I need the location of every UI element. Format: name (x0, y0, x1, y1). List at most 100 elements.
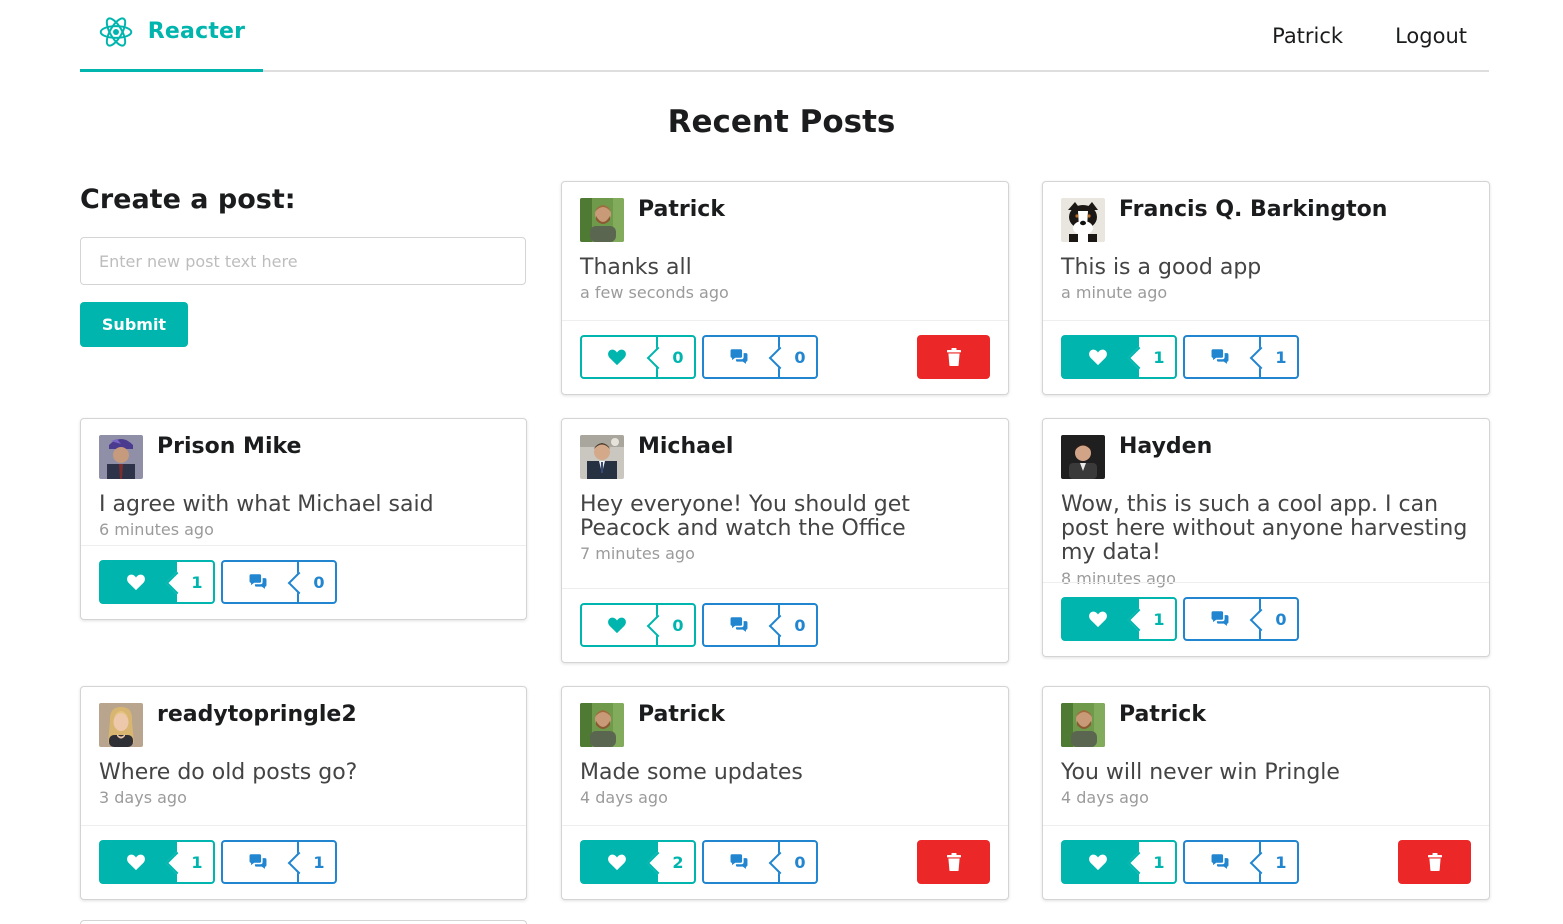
avatar (580, 435, 624, 479)
like-count[interactable]: 1 (1137, 597, 1177, 641)
post-author[interactable]: Patrick (638, 704, 725, 726)
heart-icon (608, 349, 626, 366)
like-count[interactable]: 0 (656, 335, 696, 379)
like-button[interactable]: 1 (1061, 840, 1177, 884)
delete-post-button[interactable] (1398, 840, 1471, 884)
post-text: Hey everyone! You should get Peacock and… (580, 492, 910, 542)
post-author[interactable]: Francis Q. Barkington (1119, 199, 1387, 221)
post-header: Patrick (1061, 703, 1471, 747)
like-count[interactable]: 0 (656, 603, 696, 647)
post-time: 4 days ago (1061, 788, 1149, 808)
post-card: Patrick Made some updates 4 days ago 2 0 (561, 686, 1009, 900)
post-text: Thanks all (580, 255, 692, 280)
heart-icon (1089, 611, 1107, 628)
post-author[interactable]: readytopringle2 (157, 704, 357, 726)
comment-button[interactable]: 1 (1183, 335, 1299, 379)
like-button[interactable]: 1 (99, 560, 215, 604)
like-button-icon-part[interactable] (580, 603, 656, 647)
post-author[interactable]: Hayden (1119, 436, 1212, 458)
comment-button[interactable]: 1 (1183, 840, 1299, 884)
comment-button[interactable]: 0 (702, 603, 818, 647)
comment-count[interactable]: 0 (297, 560, 337, 604)
like-count[interactable]: 2 (656, 840, 696, 884)
post-text: Wow, this is such a cool app. I can post… (1061, 492, 1468, 566)
comment-button-icon-part[interactable] (702, 840, 778, 884)
post-card: Prison Mike I agree with what Michael sa… (80, 418, 527, 620)
comment-button[interactable]: 1 (221, 840, 337, 884)
comments-icon (730, 854, 748, 869)
like-button-icon-part[interactable] (580, 335, 656, 379)
avatar (1061, 703, 1105, 747)
like-button-icon-part[interactable] (1061, 597, 1137, 641)
post-card: Hayden Wow, this is such a cool app. I c… (1042, 418, 1490, 657)
comments-icon (1211, 611, 1229, 626)
comment-button[interactable]: 0 (1183, 597, 1299, 641)
comment-button-icon-part[interactable] (1183, 840, 1259, 884)
comment-button[interactable]: 0 (702, 335, 818, 379)
post-author[interactable]: Michael (638, 436, 733, 458)
post-content: Patrick You will never win Pringle 4 day… (1043, 687, 1489, 807)
like-count[interactable]: 1 (175, 560, 215, 604)
like-button-icon-part[interactable] (99, 560, 175, 604)
comment-button-icon-part[interactable] (1183, 335, 1259, 379)
comment-count[interactable]: 0 (778, 335, 818, 379)
like-button-icon-part[interactable] (580, 840, 656, 884)
delete-post-button[interactable] (917, 840, 990, 884)
trash-icon (946, 348, 961, 366)
post-text: I agree with what Michael said (99, 492, 434, 517)
comment-count[interactable]: 0 (1259, 597, 1299, 641)
comments-icon (249, 854, 267, 869)
comment-button-icon-part[interactable] (221, 840, 297, 884)
post-content: Michael Hey everyone! You should get Pea… (562, 419, 1008, 563)
comment-button[interactable]: 0 (221, 560, 337, 604)
comment-count[interactable]: 0 (778, 840, 818, 884)
create-post-form: Create a post: Submit (80, 184, 527, 347)
logout-link[interactable]: Logout (1395, 24, 1467, 48)
user-menu: Patrick Logout (1272, 24, 1467, 48)
comment-count[interactable]: 1 (1259, 335, 1299, 379)
submit-button[interactable]: Submit (80, 302, 188, 347)
post-text: Made some updates (580, 760, 803, 785)
profile-link[interactable]: Patrick (1272, 24, 1343, 48)
post-time: 4 days ago (580, 788, 668, 808)
comment-button[interactable]: 0 (702, 840, 818, 884)
post-text-input[interactable] (80, 237, 526, 285)
like-button[interactable]: 1 (1061, 597, 1177, 641)
comment-count[interactable]: 1 (1259, 840, 1299, 884)
like-button-icon-part[interactable] (1061, 335, 1137, 379)
comment-button-icon-part[interactable] (221, 560, 297, 604)
post-content: readytopringle2 Where do old posts go? 3… (81, 687, 526, 807)
post-author[interactable]: Patrick (1119, 704, 1206, 726)
comment-count[interactable]: 1 (297, 840, 337, 884)
post-card: Francis Q. Barkington This is a good app… (1042, 181, 1490, 395)
like-count[interactable]: 1 (1137, 840, 1177, 884)
delete-post-button[interactable] (917, 335, 990, 379)
comment-count[interactable]: 0 (778, 603, 818, 647)
like-button-icon-part[interactable] (1061, 840, 1137, 884)
brand-home-link[interactable]: Reacter (80, 0, 263, 72)
comment-button-icon-part[interactable] (702, 335, 778, 379)
like-button[interactable]: 0 (580, 335, 696, 379)
post-actions: 1 1 (1043, 825, 1489, 899)
post-text: This is a good app (1061, 255, 1262, 280)
like-button[interactable]: 2 (580, 840, 696, 884)
next-post-card-edge (80, 920, 527, 924)
avatar (99, 703, 143, 747)
post-author[interactable]: Patrick (638, 199, 725, 221)
page-title: Recent Posts (667, 104, 896, 140)
like-button[interactable]: 0 (580, 603, 696, 647)
post-content: Patrick Made some updates 4 days ago (562, 687, 1008, 807)
comment-button-icon-part[interactable] (702, 603, 778, 647)
like-count[interactable]: 1 (1137, 335, 1177, 379)
post-author[interactable]: Prison Mike (157, 436, 301, 458)
post-time: 7 minutes ago (580, 544, 695, 564)
like-button[interactable]: 1 (99, 840, 215, 884)
post-header: Michael (580, 435, 990, 479)
top-menu: Reacter Patrick Logout (80, 0, 1489, 72)
like-button-icon-part[interactable] (99, 840, 175, 884)
post-time: a few seconds ago (580, 283, 729, 303)
comment-button-icon-part[interactable] (1183, 597, 1259, 641)
like-button[interactable]: 1 (1061, 335, 1177, 379)
like-count[interactable]: 1 (175, 840, 215, 884)
heart-icon (608, 617, 626, 634)
